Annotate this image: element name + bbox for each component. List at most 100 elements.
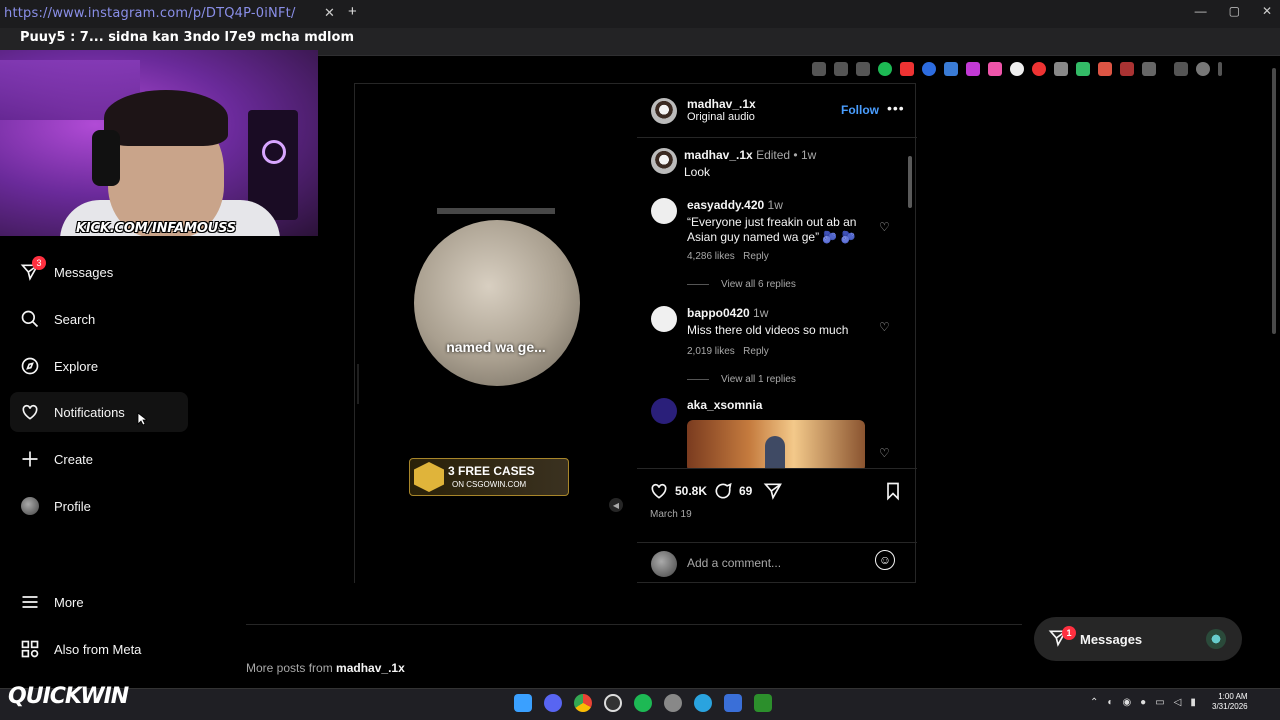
extension-icon[interactable] <box>1054 62 1068 76</box>
extension-icon[interactable] <box>1032 62 1046 76</box>
extension-icon[interactable] <box>1010 62 1024 76</box>
sidebar-item-label: Also from Meta <box>54 641 142 657</box>
comment-avatar[interactable] <box>651 198 677 224</box>
tray-chevron-icon[interactable]: ⌃ <box>1090 697 1098 708</box>
comment-username[interactable]: aka_xsomnia <box>687 398 762 412</box>
tray-app-icon[interactable]: ◐ <box>1107 697 1113 708</box>
tray-battery-icon[interactable]: ▮ <box>1190 697 1196 708</box>
more-posts-user[interactable]: madhav_.1x <box>336 661 405 675</box>
mute-icon[interactable]: ◀ <box>609 498 623 512</box>
comment-username[interactable]: easyaddy.420 <box>687 198 764 212</box>
extension-icon[interactable] <box>1098 62 1112 76</box>
tab-close-icon[interactable]: ✕ <box>324 5 335 21</box>
reel-video[interactable]: named wa ge... 3 FREE CASES ON CSGOWIN.C… <box>355 84 637 584</box>
taskbar-clock[interactable]: 1:00 AM 3/31/2026 <box>1212 692 1248 712</box>
author-info: madhav_.1x Original audio <box>687 97 756 123</box>
bookmark-star-icon[interactable] <box>856 62 870 76</box>
minimize-button[interactable]: — <box>1195 4 1207 18</box>
comment-gif-image[interactable] <box>687 420 865 468</box>
comment-like-icon[interactable]: ♡ <box>879 320 890 334</box>
extensions-puzzle-icon[interactable] <box>1142 62 1156 76</box>
comment-text: Miss there old videos so much <box>687 323 849 337</box>
comment-username[interactable]: bappo0420 <box>687 306 750 320</box>
comment-like-icon[interactable]: ♡ <box>879 446 890 460</box>
maximize-button[interactable]: ▢ <box>1229 4 1240 18</box>
share-icon[interactable] <box>763 481 783 504</box>
terminal-icon[interactable] <box>754 694 772 712</box>
more-posts-heading: More posts from madhav_.1x <box>246 661 405 675</box>
sidebar-item-create[interactable]: Create <box>10 439 188 479</box>
tray-network-icon[interactable]: ▭ <box>1155 697 1164 708</box>
view-replies-button[interactable]: View all 1 replies <box>721 374 796 385</box>
comments-list[interactable]: madhav_.1x Edited • 1w Look easyaddy.420… <box>637 138 917 468</box>
page-scrollbar[interactable] <box>1270 60 1278 688</box>
author-username[interactable]: madhav_.1x <box>687 97 756 111</box>
tray-mic-icon[interactable]: ● <box>1140 697 1146 708</box>
messages-floating-button[interactable]: 1 Messages <box>1034 617 1242 661</box>
extension-icon[interactable] <box>812 62 826 76</box>
sidebar-item-explore[interactable]: Explore <box>10 346 188 386</box>
like-icon[interactable] <box>649 481 669 504</box>
sidebar-item-more[interactable]: More <box>10 582 188 622</box>
stream-ticker: Puuy5 : 7... sidna kan 3ndo l7e9 mcha md… <box>20 30 354 45</box>
sidebar-item-label: Notifications <box>54 404 125 420</box>
sidebar-item-search[interactable]: Search <box>10 299 188 339</box>
extension-icon[interactable] <box>922 62 936 76</box>
chrome-icon[interactable] <box>574 694 592 712</box>
comments-scrollbar[interactable] <box>907 138 913 468</box>
like-count[interactable]: 50.8K <box>675 484 707 498</box>
extension-icon[interactable] <box>1076 62 1090 76</box>
sidebar-toggle-icon[interactable] <box>1174 62 1188 76</box>
extension-icons <box>812 62 1222 76</box>
more-options-icon[interactable]: ••• <box>887 100 905 116</box>
sidebar-item-profile[interactable]: Profile <box>10 486 188 526</box>
comment-time: 1w <box>753 306 769 320</box>
view-replies-button[interactable]: View all 6 replies <box>721 279 796 290</box>
app-icon[interactable] <box>664 694 682 712</box>
sidebar-item-also-from-meta[interactable]: Also from Meta <box>10 629 188 669</box>
original-audio-link[interactable]: Original audio <box>687 111 756 123</box>
add-comment-input[interactable]: Add a comment... <box>687 556 781 570</box>
extension-icon[interactable] <box>878 62 892 76</box>
sidebar-item-messages[interactable]: 3 Messages <box>10 252 188 292</box>
comment-likes[interactable]: 2,019 likes <box>687 346 735 357</box>
profile-avatar-icon[interactable] <box>1196 62 1210 76</box>
app-icon[interactable] <box>724 694 742 712</box>
new-tab-button[interactable]: + <box>348 3 357 20</box>
author-avatar[interactable] <box>651 98 677 124</box>
video-hud-text <box>357 364 389 404</box>
discord-icon[interactable] <box>544 694 562 712</box>
comment-like-icon[interactable]: ♡ <box>879 220 890 234</box>
close-window-button[interactable]: ✕ <box>1262 4 1272 18</box>
comment-icon[interactable] <box>713 481 733 504</box>
browser-menu-icon[interactable] <box>1218 62 1222 76</box>
caption-avatar[interactable] <box>651 148 677 174</box>
tray-discord-icon[interactable]: ◉ <box>1122 697 1131 708</box>
sidebar-item-notifications[interactable]: Notifications <box>10 392 188 432</box>
heart-icon <box>20 402 40 422</box>
comment-likes[interactable]: 4,286 likes <box>687 251 735 262</box>
emoji-picker-icon[interactable]: ☺ <box>875 550 895 570</box>
browser-tab-bar: https://www.instagram.com/p/DTQ4P-0iNFt/… <box>0 0 1280 28</box>
tray-volume-icon[interactable]: ◁ <box>1174 697 1182 708</box>
follow-button[interactable]: Follow <box>841 103 879 117</box>
extension-icon[interactable] <box>988 62 1002 76</box>
spotify-icon[interactable] <box>634 694 652 712</box>
reply-button[interactable]: Reply <box>743 346 769 357</box>
comment-avatar[interactable] <box>651 398 677 424</box>
extension-icon[interactable] <box>1120 62 1134 76</box>
comment-avatar[interactable] <box>651 306 677 332</box>
caption-username[interactable]: madhav_.1x <box>684 148 753 162</box>
zoom-icon[interactable] <box>834 62 848 76</box>
video-ad-banner: 3 FREE CASES ON CSGOWIN.COM <box>409 458 569 496</box>
save-bookmark-icon[interactable] <box>883 481 903 504</box>
extension-icon[interactable] <box>966 62 980 76</box>
extension-icon[interactable] <box>944 62 958 76</box>
obs-icon[interactable] <box>604 694 622 712</box>
telegram-icon[interactable] <box>694 694 712 712</box>
watermark-part2: WIN <box>80 684 129 709</box>
windows-start-icon[interactable] <box>514 694 532 712</box>
video-scope-view <box>414 220 580 386</box>
extension-icon[interactable] <box>900 62 914 76</box>
reply-button[interactable]: Reply <box>743 251 769 262</box>
